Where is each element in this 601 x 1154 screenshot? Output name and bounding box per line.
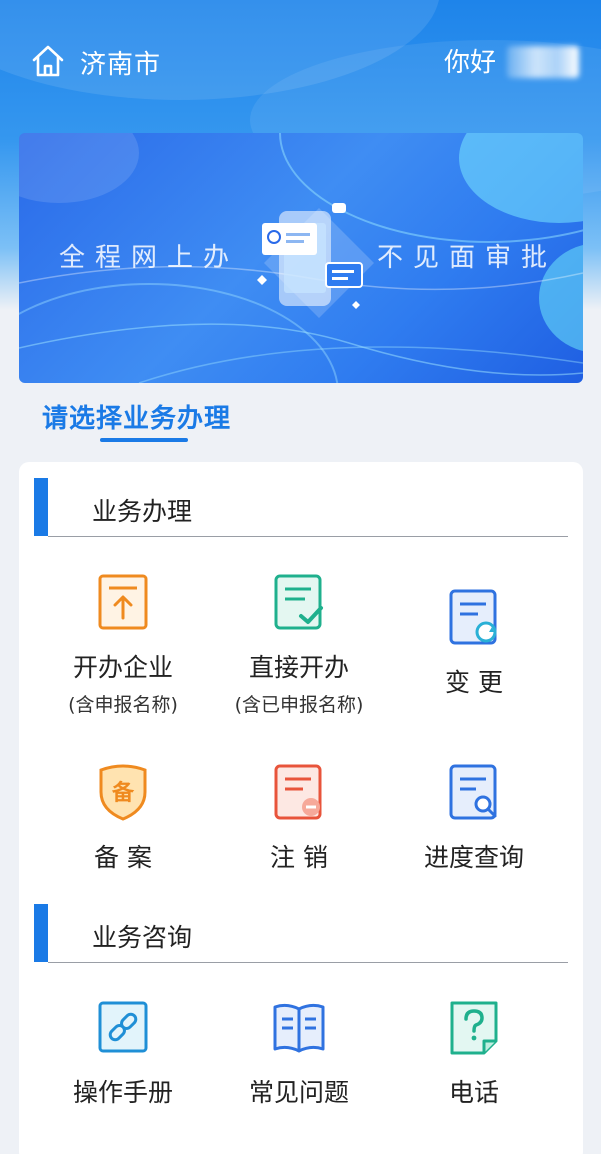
- phone-illustration-icon: [257, 203, 374, 318]
- service-label: 注 销: [270, 843, 328, 872]
- section-title-underline: [100, 438, 188, 442]
- service-label: 备 案: [94, 843, 152, 872]
- group-header-business: 业务办理: [34, 462, 568, 537]
- svg-text:备: 备: [111, 780, 135, 806]
- banner-slogan-left: 全程网上办: [59, 243, 240, 273]
- home-icon[interactable]: [30, 43, 66, 79]
- service-direct-open[interactable]: 直接开办 (含已申报名称): [209, 572, 389, 717]
- service-change[interactable]: 变 更: [384, 587, 564, 699]
- service-label: 开办企业: [72, 653, 173, 682]
- open-book-icon: [273, 1003, 325, 1053]
- service-label: 直接开办: [248, 653, 349, 682]
- group-header-consult: 业务咨询: [34, 888, 568, 963]
- banner-slogan-right: 不见面审批: [377, 243, 558, 273]
- upload-doc-icon: [98, 574, 148, 630]
- service-sublabel: (含已申报名称): [234, 694, 364, 716]
- greeting-text: 你好: [444, 48, 497, 78]
- services-card: 业务办理 开办企业 (含申报名称) 直接开办 (含已申报名称) 变 更 备 备 …: [19, 462, 583, 1154]
- service-filing[interactable]: 备 备 案: [33, 762, 213, 874]
- refresh-doc-icon: [449, 589, 497, 645]
- service-sublabel: (含申报名称): [68, 694, 178, 716]
- service-label: 变 更: [445, 668, 503, 697]
- search-doc-icon: [449, 764, 497, 820]
- service-label: 操作手册: [72, 1078, 173, 1107]
- service-label: 电话: [448, 1078, 499, 1107]
- minus-doc-icon: [274, 764, 322, 820]
- consult-faq[interactable]: 常见问题: [209, 997, 389, 1109]
- filing-badge-icon: 备: [99, 764, 147, 821]
- group-accent-bar: [34, 478, 48, 536]
- group-title-business: 业务办理: [92, 497, 193, 526]
- divider: [48, 536, 568, 537]
- group-title-consult: 业务咨询: [92, 923, 193, 952]
- service-progress-query[interactable]: 进度查询: [384, 762, 564, 874]
- user-name-redacted: [507, 46, 579, 78]
- promo-banner[interactable]: 全程网上办 不见面审批: [19, 133, 583, 383]
- app-header: 济南市 你好: [0, 0, 601, 120]
- divider: [48, 962, 568, 963]
- city-selector[interactable]: 济南市: [80, 44, 161, 81]
- link-manual-icon: [98, 1001, 148, 1053]
- service-label: 常见问题: [248, 1078, 349, 1107]
- question-phone-icon: [450, 1001, 498, 1055]
- service-label: 进度查询: [423, 843, 524, 872]
- group-accent-bar: [34, 904, 48, 962]
- consult-manual[interactable]: 操作手册: [33, 997, 213, 1109]
- section-title: 请选择业务办理: [42, 404, 232, 434]
- consult-phone[interactable]: 电话: [384, 997, 564, 1109]
- service-cancel[interactable]: 注 销: [209, 762, 389, 874]
- service-open-company[interactable]: 开办企业 (含申报名称): [33, 572, 213, 717]
- checked-doc-icon: [274, 574, 323, 630]
